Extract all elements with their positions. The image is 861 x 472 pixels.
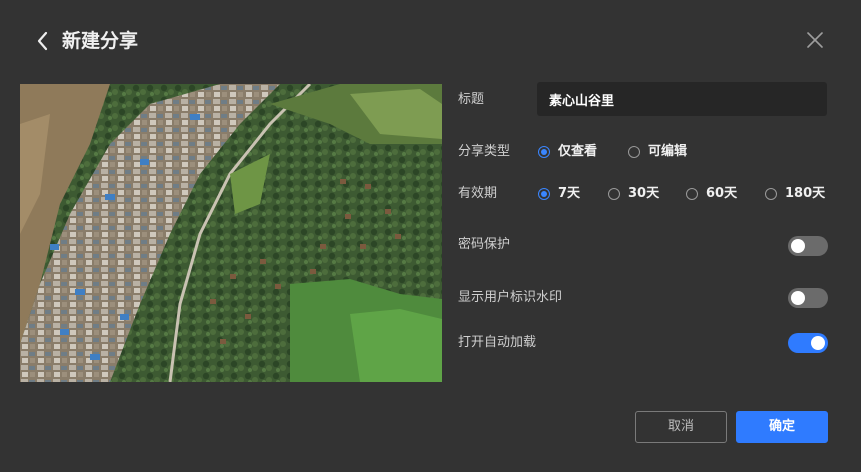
validity-30-days-radio[interactable]: 30天 — [608, 184, 659, 204]
close-icon[interactable] — [804, 29, 826, 51]
toggle-knob — [811, 336, 825, 350]
share-type-option-label: 仅查看 — [558, 144, 598, 159]
autoload-label: 打开自动加载 — [458, 335, 537, 350]
validity-180-days-radio[interactable]: 180天 — [765, 184, 825, 204]
watermark-label: 显示用户标识水印 — [458, 290, 563, 305]
dialog-title: 新建分享 — [62, 30, 139, 52]
validity-label: 有效期 — [458, 186, 498, 201]
radio-unchecked-icon — [765, 188, 777, 200]
share-type-editable-radio[interactable]: 可编辑 — [628, 142, 687, 162]
validity-option-label: 30天 — [628, 186, 660, 201]
validity-60-days-radio[interactable]: 60天 — [686, 184, 737, 204]
radio-checked-icon — [538, 146, 550, 158]
toggle-knob — [791, 291, 805, 305]
toggle-knob — [791, 239, 805, 253]
radio-checked-icon — [538, 188, 550, 200]
password-protection-toggle[interactable] — [788, 236, 828, 256]
scene-preview-image — [20, 84, 442, 382]
validity-option-label: 7天 — [558, 186, 581, 201]
validity-option-label: 180天 — [785, 186, 826, 201]
share-type-label: 分享类型 — [458, 144, 511, 159]
title-label: 标题 — [458, 92, 485, 107]
validity-7-days-radio[interactable]: 7天 — [538, 184, 580, 204]
cancel-button[interactable]: 取消 — [635, 411, 727, 443]
autoload-toggle[interactable] — [788, 333, 828, 353]
chevron-left-icon[interactable] — [32, 28, 54, 54]
watermark-toggle[interactable] — [788, 288, 828, 308]
share-type-option-label: 可编辑 — [648, 144, 688, 159]
radio-unchecked-icon — [686, 188, 698, 200]
share-type-view-only-radio[interactable]: 仅查看 — [538, 142, 597, 162]
confirm-button[interactable]: 确定 — [736, 411, 828, 443]
title-input[interactable] — [537, 82, 827, 116]
radio-unchecked-icon — [628, 146, 640, 158]
new-share-dialog: 新建分享 标题 素心山谷里 分享类型 仅查看 可编辑 有效期 7天 30天 60… — [0, 0, 861, 472]
password-protection-label: 密码保护 — [458, 237, 511, 252]
radio-unchecked-icon — [608, 188, 620, 200]
dialog-header: 新建分享 — [0, 0, 861, 80]
validity-option-label: 60天 — [706, 186, 738, 201]
